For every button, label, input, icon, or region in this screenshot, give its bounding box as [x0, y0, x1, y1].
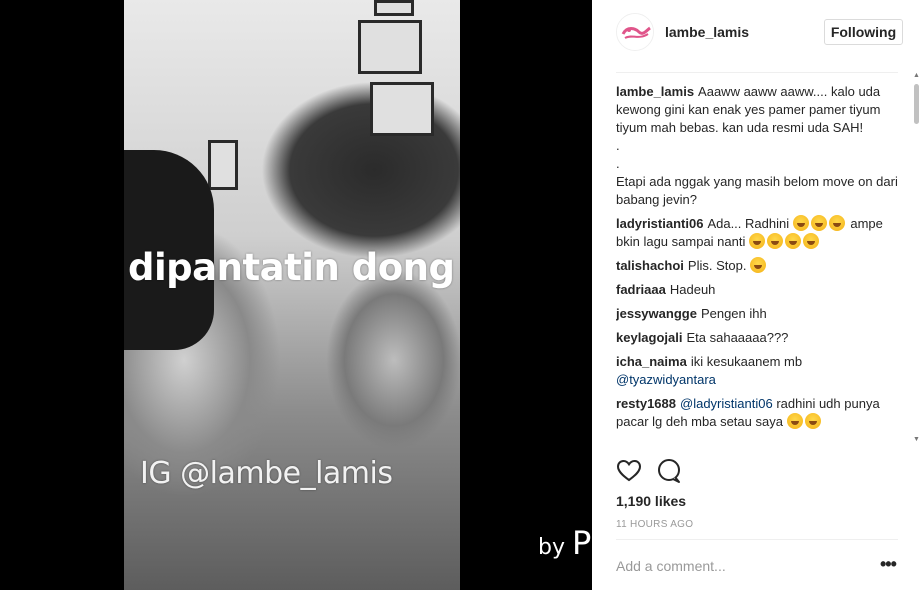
tears-of-joy-emoji-icon: [792, 215, 809, 231]
add-comment-section: •••: [616, 539, 898, 590]
caption-text-2: .: [616, 138, 620, 153]
post-time[interactable]: 11 HOURS AGO: [616, 519, 693, 530]
comment-text: Ada... Radhini: [707, 216, 790, 231]
comment-username[interactable]: icha_naima: [616, 354, 687, 369]
comment-bubble-icon[interactable]: [656, 458, 682, 484]
comment-mention[interactable]: @ladyristianti06: [680, 396, 773, 411]
grinning-sweat-emoji-icon: [786, 413, 803, 429]
comments-list[interactable]: lambe_lamis Aaaww aaww aaww.... kalo uda …: [616, 72, 898, 448]
wall-picture: [370, 82, 434, 136]
comment-item: ladyristianti06 Ada... Radhini ampe bkin …: [616, 215, 898, 251]
post-media[interactable]: dipantatin dong IG @lambe_lamis by P: [0, 0, 592, 590]
tears-of-joy-emoji-icon: [802, 233, 819, 249]
header-username[interactable]: lambe_lamis: [665, 24, 749, 40]
caption-username[interactable]: lambe_lamis: [616, 84, 694, 99]
grinning-sweat-emoji-icon: [804, 413, 821, 429]
byline-small: by: [538, 535, 565, 560]
comment-item: resty1688 @ladyristianti06 radhini udh pu…: [616, 395, 898, 431]
post-panel: lambe_lamis Following lambe_lamis Aaaww a…: [592, 0, 922, 590]
scroll-thumb[interactable]: [914, 84, 919, 124]
tears-of-joy-emoji-icon: [766, 233, 783, 249]
comments-scrollbar[interactable]: ▲ ▼: [912, 72, 920, 448]
tears-of-joy-emoji-icon: [810, 215, 827, 231]
video-frame[interactable]: [124, 0, 460, 590]
likes-count[interactable]: 1,190 likes: [616, 493, 686, 509]
tears-of-joy-emoji-icon: [784, 233, 801, 249]
comment-item: keylagojali Eta sahaaaaa???: [616, 329, 898, 347]
comment-username[interactable]: jessywangge: [616, 306, 697, 321]
following-button[interactable]: Following: [824, 19, 903, 45]
caption-text-3: .: [616, 156, 620, 171]
video-byline: by P: [538, 524, 591, 562]
more-options-button[interactable]: •••: [880, 555, 897, 573]
caption-text-4: Etapi ada nggak yang masih belom move on…: [616, 174, 898, 207]
comment-item: icha_naima iki kesukaanem mb @tyazwidyant…: [616, 353, 898, 389]
instagram-post: dipantatin dong IG @lambe_lamis by P lam…: [0, 0, 922, 590]
post-header: lambe_lamis Following: [592, 0, 922, 72]
wall-picture: [208, 140, 238, 190]
scroll-up-arrow-icon[interactable]: ▲: [913, 72, 920, 79]
comment-username[interactable]: keylagojali: [616, 330, 682, 345]
wall-picture: [358, 20, 422, 74]
video-watermark: IG @lambe_lamis: [140, 456, 393, 491]
comment-username[interactable]: talishachoi: [616, 258, 684, 273]
tears-of-joy-emoji-icon: [828, 215, 845, 231]
scroll-down-arrow-icon[interactable]: ▼: [913, 436, 920, 443]
comment-item: talishachoi Plis. Stop.: [616, 257, 898, 275]
wall-picture: [374, 0, 414, 16]
avatar[interactable]: [616, 13, 654, 51]
caption: lambe_lamis Aaaww aaww aaww.... kalo uda …: [616, 83, 898, 209]
comment-text: Eta sahaaaaa???: [686, 330, 789, 345]
byline-big: P: [571, 524, 592, 562]
comment-mention[interactable]: @tyazwidyantara: [616, 371, 898, 389]
comment-text: Pengen ihh: [700, 306, 767, 321]
comment-item: jessywangge Pengen ihh: [616, 305, 898, 323]
comment-text: iki kesukaanem mb: [690, 354, 803, 369]
video-overlay-text: dipantatin dong: [128, 246, 455, 289]
tears-of-joy-emoji-icon: [750, 257, 767, 273]
comment-item: fadriaaa Hadeuh: [616, 281, 898, 299]
comment-input[interactable]: [616, 558, 866, 574]
comment-username[interactable]: ladyristianti06: [616, 216, 703, 231]
comment-text: Plis. Stop.: [687, 258, 747, 273]
comment-username[interactable]: fadriaaa: [616, 282, 666, 297]
tears-of-joy-emoji-icon: [748, 233, 765, 249]
heart-icon[interactable]: [616, 458, 642, 484]
comment-text: Hadeuh: [669, 282, 716, 297]
action-bar: [616, 458, 898, 486]
comment-username[interactable]: resty1688: [616, 396, 676, 411]
